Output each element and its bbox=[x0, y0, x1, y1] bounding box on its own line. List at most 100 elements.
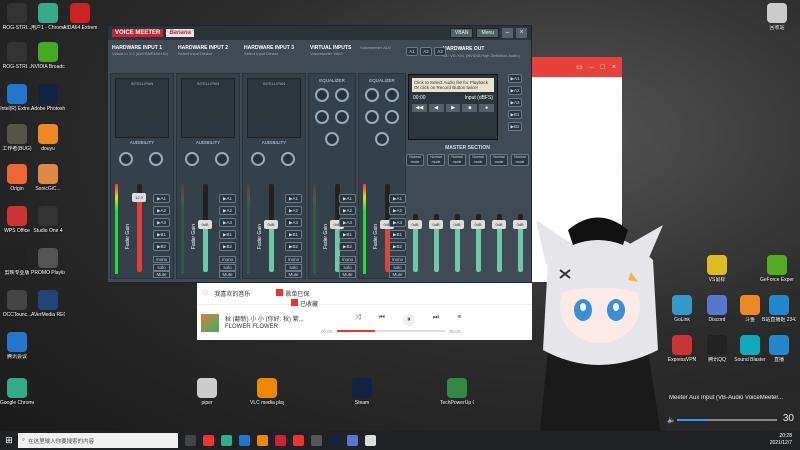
intellipan-panel[interactable]: INTELLIPAN bbox=[247, 78, 301, 138]
output-bus-a2[interactable]: A2 bbox=[420, 47, 432, 56]
desktop-icon[interactable]: VLC media player bbox=[250, 378, 284, 406]
check-row-1[interactable]: 歌单已保 bbox=[276, 289, 309, 298]
desktop-icon[interactable]: OCCTounc... bbox=[0, 290, 34, 318]
desktop-icon[interactable]: 用户1 - Chrome bbox=[31, 3, 65, 31]
minimize-icon[interactable]: – bbox=[502, 28, 513, 38]
mute-button[interactable]: Mute bbox=[389, 271, 406, 278]
desktop-icon[interactable]: SonicGiC... bbox=[31, 164, 65, 192]
system-clock[interactable]: 20:28 2021/12/7 bbox=[770, 433, 792, 447]
bus-button-b1[interactable]: ▶B1 bbox=[339, 230, 356, 239]
mono-button[interactable]: mono bbox=[389, 256, 406, 263]
master-fader-knob[interactable]: 0dB bbox=[492, 220, 506, 229]
close-icon[interactable]: × bbox=[612, 64, 616, 71]
check-row-2[interactable]: 已收藏 bbox=[291, 299, 318, 308]
windows-start-icon[interactable]: ⊞ bbox=[0, 431, 18, 450]
desktop-icon[interactable]: VS鼠标 bbox=[700, 255, 734, 283]
playlist-label[interactable]: 我喜欢的音乐 bbox=[214, 289, 250, 298]
maximize-icon[interactable]: □ bbox=[601, 64, 605, 71]
desktop-icon[interactable]: WPS Office bbox=[0, 206, 34, 234]
desktop-icon[interactable]: Adobe Photosh... bbox=[31, 84, 65, 112]
eq-knob[interactable] bbox=[335, 110, 349, 124]
comp-knob[interactable] bbox=[251, 152, 265, 166]
hw-out-device[interactable]: A1: VG-XXL (NVIDIA High Definition Audio… bbox=[443, 53, 531, 58]
intellipan-panel[interactable]: INTELLIPAN bbox=[115, 78, 169, 138]
normal-mode-button[interactable]: Normal mode bbox=[511, 154, 529, 166]
bus-button-b2[interactable]: ▶B2 bbox=[389, 242, 406, 251]
tape-control-button[interactable]: ● bbox=[479, 104, 494, 112]
bus-button-b2[interactable]: ▶B2 bbox=[285, 242, 302, 251]
mute-button[interactable]: Mute bbox=[339, 271, 356, 278]
solo-button[interactable]: solo bbox=[285, 263, 302, 271]
solo-button[interactable]: solo bbox=[389, 263, 406, 271]
mono-button[interactable]: mono bbox=[219, 256, 236, 263]
eq-knob[interactable] bbox=[365, 88, 379, 102]
mute-button[interactable]: Mute bbox=[153, 271, 170, 278]
mono-button[interactable]: mono bbox=[339, 256, 356, 263]
desktop-icon[interactable]: 腾讯QQ bbox=[700, 335, 734, 363]
output-select-b1[interactable]: ▶B1 bbox=[508, 110, 522, 119]
output-select-a1[interactable]: ▶A1 bbox=[508, 74, 522, 83]
bus-button-b1[interactable]: ▶B1 bbox=[153, 230, 170, 239]
desktop-icon[interactable]: B站直播姬 2342 bbox=[762, 295, 796, 323]
bus-button-b1[interactable]: ▶B1 bbox=[389, 230, 406, 239]
shuffle-icon[interactable]: ⤨ bbox=[355, 314, 361, 326]
mono-button[interactable]: mono bbox=[153, 256, 170, 263]
app-icon-3[interactable] bbox=[311, 435, 322, 446]
master-fader-knob[interactable]: 0dB bbox=[408, 220, 422, 229]
desktop-icon[interactable]: Origin bbox=[0, 164, 34, 192]
strip-header[interactable]: HARDWARE INPUT 3 Select Input Device bbox=[244, 45, 310, 56]
vban-button[interactable]: VBAN bbox=[449, 28, 474, 38]
bus-button-a1[interactable]: ▶A1 bbox=[153, 194, 170, 203]
output-bus-a1[interactable]: A1 bbox=[406, 47, 418, 56]
bus-button-a1[interactable]: ▶A1 bbox=[339, 194, 356, 203]
strip-header[interactable]: HARDWARE INPUT 2 Select Input Device bbox=[178, 45, 244, 56]
voicemeeter-titlebar[interactable]: VOICE MEETER Banana VBAN Menu – × bbox=[108, 26, 531, 40]
eq-knob[interactable] bbox=[325, 132, 339, 146]
chrome-icon[interactable] bbox=[221, 435, 232, 446]
master-fader-knob[interactable]: 0dB bbox=[450, 220, 464, 229]
steam-icon[interactable] bbox=[329, 435, 340, 446]
app-icon-2[interactable] bbox=[257, 435, 268, 446]
audibility-knob[interactable] bbox=[149, 152, 163, 166]
bus-button-a3[interactable]: ▶A3 bbox=[219, 218, 236, 227]
desktop-icon[interactable]: Studio One 4 bbox=[31, 206, 65, 234]
bus-button-b2[interactable]: ▶B2 bbox=[339, 242, 356, 251]
normal-mode-button[interactable]: Normal mode bbox=[427, 154, 445, 166]
solo-button[interactable]: solo bbox=[339, 263, 356, 271]
strip-header[interactable]: HARDWARE INPUT 1 Virtual In 1-2 (AVERMEDI… bbox=[112, 45, 178, 56]
tape-message[interactable]: Click to Select Audio file for Playback … bbox=[412, 78, 494, 92]
desktop-icon[interactable]: NVIDIA Broadcast bbox=[31, 42, 65, 70]
master-fader-knob[interactable]: 0dB bbox=[429, 220, 443, 229]
previous-icon[interactable]: ⏮ bbox=[379, 314, 385, 326]
eq-knob[interactable] bbox=[315, 110, 329, 124]
fader-knob[interactable]: 0dB bbox=[264, 219, 278, 229]
desktop-icon[interactable]: 剪映专业版 bbox=[0, 248, 34, 276]
tape-control-button[interactable]: ■ bbox=[462, 104, 478, 112]
desktop-icon[interactable]: 工作者(BUG) bbox=[0, 124, 34, 152]
bus-button-a3[interactable]: ▶A3 bbox=[285, 218, 302, 227]
output-select-a3[interactable]: ▶A3 bbox=[508, 98, 522, 107]
desktop-icon[interactable]: 回收站 bbox=[760, 3, 794, 31]
solo-button[interactable]: solo bbox=[153, 263, 170, 271]
normal-mode-button[interactable]: Normal mode bbox=[406, 154, 424, 166]
comp-knob[interactable] bbox=[119, 152, 133, 166]
desktop-icon[interactable]: Intel(R) Extre... bbox=[0, 84, 34, 112]
bus-button-a3[interactable]: ▶A3 bbox=[339, 218, 356, 227]
bus-button-b1[interactable]: ▶B1 bbox=[219, 230, 236, 239]
desktop-icon[interactable]: PROMO Playlist bbox=[31, 248, 65, 276]
desktop-icon[interactable]: Discord bbox=[700, 295, 734, 323]
solo-button[interactable]: solo bbox=[219, 263, 236, 271]
mute-button[interactable]: Mute bbox=[219, 271, 236, 278]
app-icon-4[interactable] bbox=[365, 435, 376, 446]
bus-button-a2[interactable]: ▶A2 bbox=[339, 206, 356, 215]
window-titlebar[interactable]: ▭ – □ × bbox=[532, 57, 622, 77]
bus-button-b2[interactable]: ▶B2 bbox=[219, 242, 236, 251]
bus-button-a1[interactable]: ▶A1 bbox=[219, 194, 236, 203]
fader-knob[interactable]: 0dB bbox=[198, 219, 212, 229]
eq-knob[interactable] bbox=[375, 132, 389, 146]
audibility-knob[interactable] bbox=[281, 152, 295, 166]
eq-knob[interactable] bbox=[335, 88, 349, 102]
volume-slider[interactable] bbox=[677, 419, 777, 421]
next-icon[interactable]: ⏭ bbox=[433, 314, 439, 326]
master-fader-knob[interactable]: 0dB bbox=[471, 220, 485, 229]
